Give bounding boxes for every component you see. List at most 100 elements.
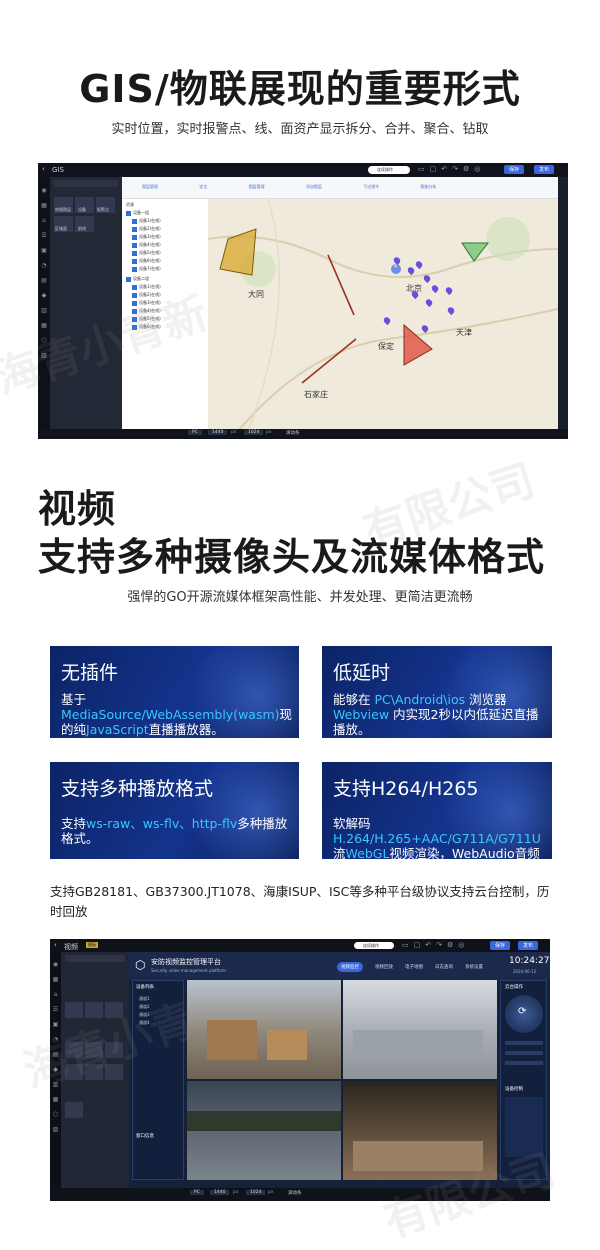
video-section-title-line2: 支持多种摄像头及流媒体格式 bbox=[38, 535, 546, 579]
panel-btn[interactable] bbox=[65, 1064, 83, 1080]
tree-item[interactable]: 设备6(在线) bbox=[132, 258, 161, 265]
panel-btn-area[interactable]: 区域面 bbox=[54, 216, 73, 232]
map-tab[interactable]: 智能分析 bbox=[420, 184, 436, 189]
tree-item[interactable]: 设备3(在线) bbox=[132, 234, 161, 241]
panel-btn[interactable] bbox=[65, 1042, 83, 1058]
tree-root[interactable]: 资源 bbox=[126, 202, 134, 209]
feature-card-desc: 软解码H.264/H.265+AAC/G711A/G711U流WebGL视频渲染… bbox=[333, 816, 541, 859]
height-input[interactable]: 1024 bbox=[244, 430, 264, 435]
panel-btn-route[interactable]: 航线 bbox=[75, 216, 94, 232]
tree-group[interactable]: 设备一组 bbox=[126, 210, 149, 217]
save-button[interactable]: 保存 bbox=[490, 941, 511, 950]
tree-item[interactable]: 设备1(在线) bbox=[132, 218, 161, 225]
video-cell-street[interactable] bbox=[187, 1081, 341, 1180]
cluster-count: 4 bbox=[394, 264, 398, 270]
nav-tab-map[interactable]: 电子地图 bbox=[405, 964, 423, 970]
save-button[interactable]: 保存 bbox=[504, 165, 525, 174]
nav-tab-monitor[interactable]: 视频监控 bbox=[337, 962, 363, 972]
nav-tab-logs[interactable]: 日志查询 bbox=[435, 964, 453, 970]
map-tab[interactable]: 定位 bbox=[199, 184, 207, 189]
feature-card-title: 无插件 bbox=[61, 662, 119, 684]
tree-item[interactable]: 设备5(在线) bbox=[132, 316, 161, 323]
panel-btn[interactable] bbox=[85, 1042, 103, 1058]
city-label: 天津 bbox=[456, 328, 472, 337]
nav-tab-playback[interactable]: 视频回放 bbox=[375, 964, 393, 970]
width-input[interactable]: 1440 bbox=[210, 1190, 230, 1195]
tree-item[interactable]: 设备7(在线) bbox=[132, 266, 161, 273]
gis-screenshot: ‹ GIS 连续操作 ▭▢↶↷⚙◎ 保存 发布 ◉ ▦ ⌂ ☰ ▣ ◔ ▤ ◆ ▥ ▦ ⬡ ▧ 地图图… bbox=[38, 163, 568, 439]
video-platform-header: ⬡ 安防视频监控管理平台 Security video management p… bbox=[129, 952, 550, 980]
publish-button[interactable]: 发布 bbox=[534, 165, 555, 174]
panel-btn-device[interactable]: 设备 bbox=[75, 197, 94, 213]
date: 2024-06-12 bbox=[513, 969, 537, 974]
tree-item[interactable]: 设备3(在线) bbox=[132, 300, 161, 307]
continuous-toggle[interactable]: 连续操作 bbox=[354, 942, 394, 949]
device-select[interactable]: PC bbox=[188, 430, 202, 435]
continuous-toggle[interactable]: 连续操作 bbox=[368, 166, 410, 174]
nav-tab-settings[interactable]: 系统设置 bbox=[465, 964, 483, 970]
panel-btn[interactable] bbox=[105, 1042, 123, 1058]
device-tree-item[interactable]: 通道4 bbox=[139, 1019, 150, 1027]
device-tree-item[interactable]: 通道2 bbox=[139, 1003, 150, 1011]
zoom-control[interactable] bbox=[505, 1041, 543, 1045]
tree-group[interactable]: 设备二组 bbox=[126, 276, 149, 283]
feature-card-desc: 基于MediaSource/WebAssembly(wasm)现的纯JavaSc… bbox=[61, 692, 293, 737]
video-cell-canteen[interactable] bbox=[343, 1081, 497, 1180]
back-icon[interactable]: ‹ bbox=[42, 165, 45, 173]
gis-section-title: GIS/物联展现的重要形式 bbox=[79, 67, 521, 111]
map-tab[interactable]: 添加图层 bbox=[306, 184, 322, 189]
component-search-input[interactable] bbox=[54, 180, 118, 187]
video-bottombar: PC 1440 px 1024 px 滚动条 bbox=[50, 1188, 550, 1201]
template-badge: 模板 bbox=[86, 942, 98, 948]
city-label: 北京 bbox=[406, 284, 422, 293]
tree-item[interactable]: 设备6(在线) bbox=[132, 324, 161, 331]
device-tree-item[interactable]: 通道1 bbox=[139, 995, 150, 1003]
tree-item[interactable]: 设备4(在线) bbox=[132, 242, 161, 249]
video-cell-warehouse[interactable] bbox=[187, 980, 341, 1079]
panel-btn-alarm[interactable]: 报警点 bbox=[96, 197, 115, 213]
tree-item[interactable]: 设备4(在线) bbox=[132, 308, 161, 315]
height-input[interactable]: 1024 bbox=[246, 1190, 266, 1195]
back-icon[interactable]: ‹ bbox=[54, 941, 57, 949]
gis-bottombar: PC 1440 px 1024 px 滚动条 bbox=[38, 429, 568, 439]
panel-btn-map-layer[interactable]: 地图图层 bbox=[54, 197, 73, 213]
map-tab[interactable]: 图层管理 bbox=[142, 184, 158, 189]
panel-btn[interactable] bbox=[65, 1002, 83, 1018]
tree-item[interactable]: 设备2(在线) bbox=[132, 226, 161, 233]
map-tab[interactable]: 图层管理 bbox=[249, 184, 265, 189]
scroll-checkbox[interactable]: 滚动条 bbox=[288, 1190, 302, 1196]
iris-control[interactable] bbox=[505, 1061, 543, 1065]
gis-map-canvas[interactable]: 4 北京 天津 石家庄 大同 保定 bbox=[208, 199, 558, 431]
width-unit: px bbox=[233, 1190, 239, 1195]
gis-map-toolbar: 图层管理 定位 图层管理 添加图层 下达指令 智能分析 bbox=[122, 177, 558, 199]
tree-item[interactable]: 设备1(在线) bbox=[132, 284, 161, 291]
panel-btn[interactable] bbox=[105, 1002, 123, 1018]
device-tree-item[interactable]: 通道3 bbox=[139, 1011, 150, 1019]
video-cell-factory[interactable] bbox=[343, 980, 497, 1079]
height-unit: px bbox=[268, 1190, 274, 1195]
map-tab[interactable]: 下达指令 bbox=[363, 184, 379, 189]
panel-btn[interactable] bbox=[65, 1102, 83, 1118]
width-unit: px bbox=[231, 430, 237, 435]
tree-item[interactable]: 设备2(在线) bbox=[132, 292, 161, 299]
publish-button[interactable]: 发布 bbox=[518, 941, 539, 950]
panel-btn[interactable] bbox=[85, 1064, 103, 1080]
device-select[interactable]: PC bbox=[190, 1190, 204, 1195]
panel-btn[interactable] bbox=[105, 1064, 123, 1080]
gis-topbar: ‹ GIS 连续操作 ▭▢↶↷⚙◎ 保存 发布 bbox=[38, 163, 568, 177]
panel-btn[interactable] bbox=[85, 1002, 103, 1018]
component-search-input[interactable] bbox=[65, 955, 125, 962]
video-grid bbox=[187, 980, 497, 1180]
scroll-checkbox[interactable]: 滚动条 bbox=[286, 430, 300, 436]
ptz-center-icon[interactable]: ⟳ bbox=[518, 1006, 526, 1017]
device-control-options[interactable] bbox=[505, 1097, 543, 1157]
clock: 10:24:27 bbox=[509, 956, 550, 966]
toolbar-icons[interactable]: ▭▢↶↷⚙◎ bbox=[402, 941, 469, 949]
focus-control[interactable] bbox=[505, 1051, 543, 1055]
video-topbar: ‹ 视频 模板 连续操作 ▭▢↶↷⚙◎ 保存 发布 bbox=[50, 939, 550, 952]
tree-item[interactable]: 设备5(在线) bbox=[132, 250, 161, 257]
toolbar-icons[interactable]: ▭▢↶↷⚙◎ bbox=[418, 165, 485, 173]
protocol-paragraph: 支持GB28181、GB37300.JT1078、海康ISUP、ISC等多种平台… bbox=[50, 884, 550, 919]
feature-card-formats: 支持多种播放格式 支持ws-raw、ws-flv、http-flv多种播放格式。 bbox=[50, 762, 299, 859]
width-input[interactable]: 1440 bbox=[208, 430, 228, 435]
